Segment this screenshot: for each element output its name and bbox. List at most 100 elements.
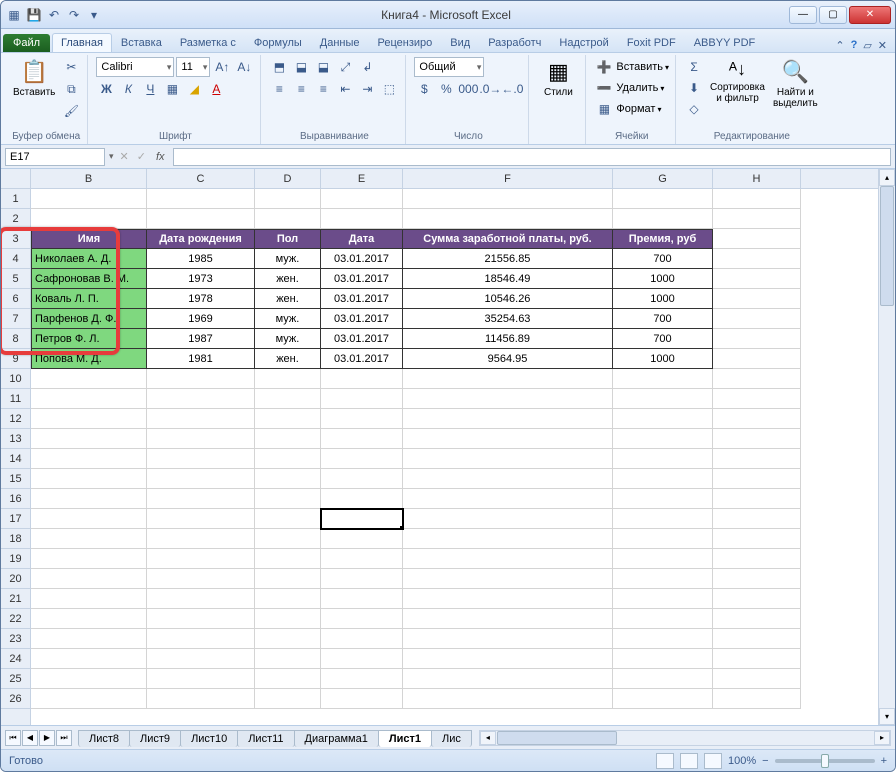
ribbon-tab-главная[interactable]: Главная bbox=[52, 33, 112, 52]
row-header-4[interactable]: 4 bbox=[1, 249, 30, 269]
cell-E21[interactable] bbox=[321, 589, 403, 609]
align-middle-icon[interactable]: ⬓ bbox=[291, 57, 311, 77]
cell-F14[interactable] bbox=[403, 449, 613, 469]
row-header-16[interactable]: 16 bbox=[1, 489, 30, 509]
cell-D22[interactable] bbox=[255, 609, 321, 629]
cell-B11[interactable] bbox=[31, 389, 147, 409]
cell-E26[interactable] bbox=[321, 689, 403, 709]
cell-C4[interactable]: 1985 bbox=[147, 249, 255, 269]
align-center-icon[interactable]: ≡ bbox=[291, 79, 311, 99]
cell-H25[interactable] bbox=[713, 669, 801, 689]
sheet-tab-Лист9[interactable]: Лист9 bbox=[129, 730, 181, 747]
column-header-H[interactable]: H bbox=[713, 169, 801, 188]
formula-input[interactable] bbox=[173, 148, 891, 166]
cell-B5[interactable]: Сафроновав В. М. bbox=[31, 269, 147, 289]
column-header-D[interactable]: D bbox=[255, 169, 321, 188]
cell-F9[interactable]: 9564.95 bbox=[403, 349, 613, 369]
cell-H3[interactable] bbox=[713, 229, 801, 249]
cell-E23[interactable] bbox=[321, 629, 403, 649]
cell-F3[interactable]: Сумма заработной платы, руб. bbox=[403, 229, 613, 249]
cell-B10[interactable] bbox=[31, 369, 147, 389]
cell-G2[interactable] bbox=[613, 209, 713, 229]
cell-D24[interactable] bbox=[255, 649, 321, 669]
cell-H19[interactable] bbox=[713, 549, 801, 569]
cell-G20[interactable] bbox=[613, 569, 713, 589]
cell-E15[interactable] bbox=[321, 469, 403, 489]
cell-B8[interactable]: Петров Ф. Л. bbox=[31, 329, 147, 349]
scroll-right-icon[interactable]: ▸ bbox=[874, 731, 890, 745]
cell-C24[interactable] bbox=[147, 649, 255, 669]
cell-C7[interactable]: 1969 bbox=[147, 309, 255, 329]
sheet-nav-first-icon[interactable]: ⏮ bbox=[5, 730, 21, 746]
cell-E9[interactable]: 03.01.2017 bbox=[321, 349, 403, 369]
row-header-21[interactable]: 21 bbox=[1, 589, 30, 609]
cut-icon[interactable]: ✂ bbox=[61, 57, 81, 77]
cell-B20[interactable] bbox=[31, 569, 147, 589]
ribbon-tab-данные[interactable]: Данные bbox=[311, 33, 369, 52]
insert-cells-button[interactable]: ➕Вставить▾ bbox=[594, 57, 669, 77]
cell-B4[interactable]: Николаев А. Д. bbox=[31, 249, 147, 269]
ribbon-tab-вид[interactable]: Вид bbox=[441, 33, 479, 52]
cell-B1[interactable] bbox=[31, 189, 147, 209]
cell-F15[interactable] bbox=[403, 469, 613, 489]
cell-B24[interactable] bbox=[31, 649, 147, 669]
cell-D3[interactable]: Пол bbox=[255, 229, 321, 249]
cell-D10[interactable] bbox=[255, 369, 321, 389]
cell-F6[interactable]: 10546.26 bbox=[403, 289, 613, 309]
fill-icon[interactable]: ⬇ bbox=[684, 78, 704, 98]
cell-F16[interactable] bbox=[403, 489, 613, 509]
vertical-scrollbar[interactable]: ▴ ▾ bbox=[878, 169, 895, 725]
sheet-tab-Лист11[interactable]: Лист11 bbox=[237, 730, 294, 747]
cell-B15[interactable] bbox=[31, 469, 147, 489]
row-header-7[interactable]: 7 bbox=[1, 309, 30, 329]
cell-E19[interactable] bbox=[321, 549, 403, 569]
grow-font-icon[interactable]: A↑ bbox=[212, 57, 232, 77]
cell-E18[interactable] bbox=[321, 529, 403, 549]
cell-F18[interactable] bbox=[403, 529, 613, 549]
underline-icon[interactable]: Ч bbox=[140, 79, 160, 99]
minimize-button[interactable]: — bbox=[789, 6, 817, 24]
row-header-3[interactable]: 3 bbox=[1, 229, 30, 249]
cell-H7[interactable] bbox=[713, 309, 801, 329]
cell-B9[interactable]: Попова М. Д. bbox=[31, 349, 147, 369]
cell-B6[interactable]: Коваль Л. П. bbox=[31, 289, 147, 309]
cell-C1[interactable] bbox=[147, 189, 255, 209]
cell-H4[interactable] bbox=[713, 249, 801, 269]
cell-C25[interactable] bbox=[147, 669, 255, 689]
page-layout-view-icon[interactable] bbox=[680, 753, 698, 769]
cell-H11[interactable] bbox=[713, 389, 801, 409]
cell-F24[interactable] bbox=[403, 649, 613, 669]
cell-G15[interactable] bbox=[613, 469, 713, 489]
save-icon[interactable]: 💾 bbox=[25, 6, 43, 24]
normal-view-icon[interactable] bbox=[656, 753, 674, 769]
cell-F13[interactable] bbox=[403, 429, 613, 449]
row-header-25[interactable]: 25 bbox=[1, 669, 30, 689]
row-header-23[interactable]: 23 bbox=[1, 629, 30, 649]
cell-G14[interactable] bbox=[613, 449, 713, 469]
decrease-indent-icon[interactable]: ⇤ bbox=[335, 79, 355, 99]
cell-B12[interactable] bbox=[31, 409, 147, 429]
row-header-20[interactable]: 20 bbox=[1, 569, 30, 589]
cell-C17[interactable] bbox=[147, 509, 255, 529]
cell-E24[interactable] bbox=[321, 649, 403, 669]
format-painter-icon[interactable]: 🖌 bbox=[61, 101, 81, 121]
cell-G21[interactable] bbox=[613, 589, 713, 609]
cell-E20[interactable] bbox=[321, 569, 403, 589]
delete-cells-button[interactable]: ➖Удалить▾ bbox=[594, 78, 669, 98]
cell-H8[interactable] bbox=[713, 329, 801, 349]
name-box[interactable]: E17 bbox=[5, 148, 105, 166]
cell-C9[interactable]: 1981 bbox=[147, 349, 255, 369]
cell-E11[interactable] bbox=[321, 389, 403, 409]
row-header-12[interactable]: 12 bbox=[1, 409, 30, 429]
cell-D8[interactable]: муж. bbox=[255, 329, 321, 349]
cell-C23[interactable] bbox=[147, 629, 255, 649]
cell-G5[interactable]: 1000 bbox=[613, 269, 713, 289]
cell-D6[interactable]: жен. bbox=[255, 289, 321, 309]
scroll-up-icon[interactable]: ▴ bbox=[879, 169, 895, 186]
cell-H24[interactable] bbox=[713, 649, 801, 669]
cell-H21[interactable] bbox=[713, 589, 801, 609]
row-header-22[interactable]: 22 bbox=[1, 609, 30, 629]
cell-C2[interactable] bbox=[147, 209, 255, 229]
cell-D20[interactable] bbox=[255, 569, 321, 589]
cell-D12[interactable] bbox=[255, 409, 321, 429]
